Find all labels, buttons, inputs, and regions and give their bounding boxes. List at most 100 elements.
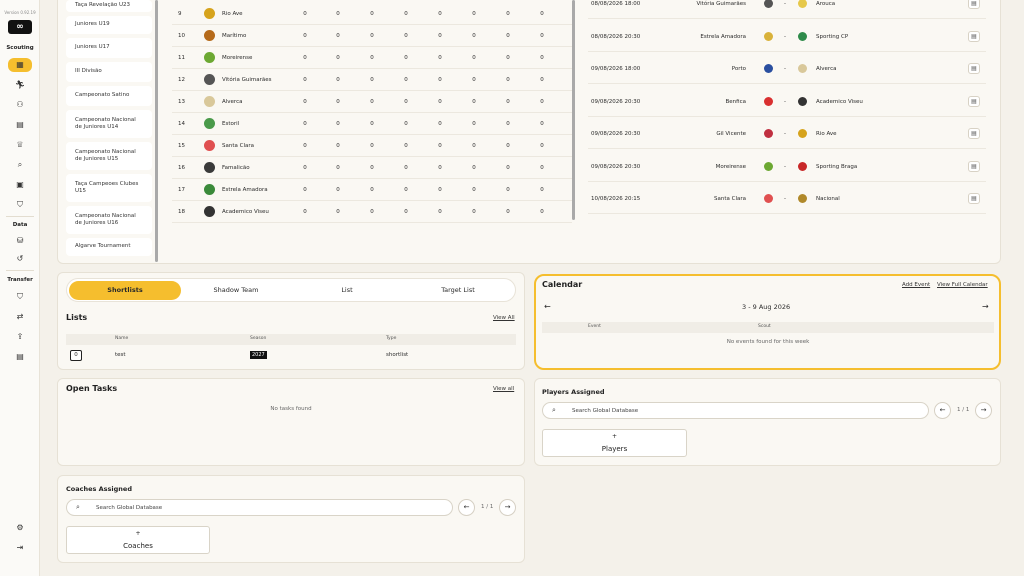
away-team[interactable]: Academico Viseu [816, 87, 863, 117]
competition-item[interactable]: Taça Campeoes Clubes U15 [66, 174, 152, 202]
upload-icon[interactable]: ⇪ [8, 330, 32, 344]
fixture-row[interactable]: 09/08/2026 20:30 Moreirense - Sporting Brag… [588, 152, 986, 182]
next-page-button[interactable]: → [499, 499, 516, 516]
player-run-icon[interactable]: 🏃︎ [8, 78, 32, 92]
away-team[interactable]: Arouca [816, 0, 835, 19]
next-week-arrow-icon[interactable]: → [982, 302, 989, 311]
home-team[interactable]: Santa Clara [714, 184, 746, 214]
away-team[interactable]: Alverca [816, 54, 836, 84]
tasks-view-all-link[interactable]: View all [493, 386, 514, 392]
competition-item[interactable]: Campeonato Nacional de Juniores U16 [66, 206, 152, 234]
prev-week-arrow-icon[interactable]: ← [544, 302, 551, 311]
transfer-shield-icon[interactable]: ⛉ [8, 290, 32, 304]
document-icon[interactable]: ▤ [8, 350, 32, 364]
away-team[interactable]: Sporting CP [816, 22, 848, 52]
team-name[interactable]: Moreirense [222, 55, 252, 61]
lists-view-all-link[interactable]: View All [493, 315, 515, 321]
home-team[interactable]: Estrela Amadora [700, 22, 746, 52]
users-icon[interactable]: ⚇ [8, 98, 32, 112]
next-page-button[interactable]: → [975, 402, 992, 419]
settings-sliders-icon[interactable]: ⚙ [8, 521, 32, 535]
report-icon[interactable]: ▤ [968, 95, 980, 107]
team-name[interactable]: Famalicão [222, 165, 250, 171]
search-player-icon[interactable]: ⌕ [8, 158, 32, 172]
team-name[interactable]: Vitória Guimarães [222, 77, 271, 83]
home-team[interactable]: Porto [732, 54, 746, 84]
add-players-button[interactable]: + Players [542, 429, 687, 457]
away-team[interactable]: Rio Ave [816, 119, 837, 149]
competition-item[interactable]: Campeonato Satino [66, 86, 152, 106]
home-team[interactable]: Moreirense [716, 152, 746, 182]
team-name[interactable]: Academico Viseu [222, 209, 269, 215]
stat-value: 0 [472, 186, 476, 193]
table-row[interactable]: 13 Alverca 0 0 0 0 0 0 0 0 [172, 91, 572, 113]
versus-dash: - [784, 163, 786, 170]
table-row[interactable]: 9 Rio Ave 0 0 0 0 0 0 0 0 [172, 3, 572, 25]
home-team[interactable]: Vitória Guimarães [697, 0, 746, 19]
report-icon[interactable]: ▤ [968, 30, 980, 42]
fixture-row[interactable]: 09/08/2026 18:00 Porto - Alverca ▤ [588, 54, 986, 84]
team-name[interactable]: Santa Clara [222, 143, 254, 149]
prev-page-button[interactable]: ← [934, 402, 951, 419]
report-icon[interactable]: ▤ [968, 193, 980, 204]
table-row[interactable]: 15 Santa Clara 0 0 0 0 0 0 0 0 [172, 135, 572, 157]
tab-list[interactable]: List [291, 281, 403, 300]
fixture-row[interactable]: 08/08/2026 18:00 Vitória Guimarães - Arouca… [588, 0, 986, 19]
report-icon[interactable]: ▤ [968, 160, 980, 172]
fixture-row[interactable]: 10/08/2026 20:15 Santa Clara - Nacional ▤ [588, 184, 986, 214]
report-icon[interactable]: ▤ [968, 63, 980, 74]
competition-item[interactable]: III Divisão [66, 62, 152, 82]
competition-item[interactable]: Juniores U19 [66, 16, 152, 34]
team-name[interactable]: Alverca [222, 99, 242, 105]
report-icon[interactable]: ▤ [8, 118, 32, 132]
table-row[interactable]: 17 Estrela Amadora 0 0 0 0 0 0 0 0 [172, 179, 572, 201]
view-full-calendar-link[interactable]: View Full Calendar [937, 282, 988, 288]
standings-scrollbar[interactable] [572, 0, 575, 220]
dashboard-icon[interactable]: ▦ [8, 58, 32, 72]
fixture-row[interactable]: 09/08/2026 20:30 Gil Vicente - Rio Ave ▤ [588, 119, 986, 149]
add-event-link[interactable]: Add Event [902, 282, 930, 288]
competition-item[interactable]: Campeonato Nacional de Juniores U15 [66, 142, 152, 170]
coaches-search-input[interactable]: ⌕ Search Global Database [66, 499, 453, 516]
report-icon[interactable]: ▤ [968, 0, 980, 9]
table-row[interactable]: 11 Moreirense 0 0 0 0 0 0 0 0 [172, 47, 572, 69]
stat-value: 0 [438, 32, 442, 39]
competition-item[interactable]: Campeonato Nacional de Juniores U14 [66, 110, 152, 138]
shield-icon[interactable]: ⛉ [8, 198, 32, 212]
tab-shadow-team[interactable]: Shadow Team [180, 281, 292, 300]
away-team[interactable]: Sporting Braga [816, 152, 857, 182]
fixture-row[interactable]: 08/08/2026 20:30 Estrela Amadora - Sporting… [588, 22, 986, 52]
team-name[interactable]: Estoril [222, 121, 239, 127]
competition-scrollbar[interactable] [155, 0, 158, 262]
table-row[interactable]: 16 Famalicão 0 0 0 0 0 0 0 0 [172, 157, 572, 179]
tab-target-list[interactable]: Target List [402, 281, 514, 300]
home-team[interactable]: Benfica [725, 87, 746, 117]
home-team[interactable]: Gil Vicente [716, 119, 746, 149]
calendar-icon[interactable]: ▣ [8, 178, 32, 192]
away-team[interactable]: Nacional [816, 184, 840, 214]
fixture-row[interactable]: 09/08/2026 20:30 Benfica - Academico Viseu ▤ [588, 87, 986, 117]
prev-page-button[interactable]: ← [458, 499, 475, 516]
exchange-icon[interactable]: ⇄ [8, 310, 32, 324]
team-name[interactable]: Marítimo [222, 33, 246, 39]
competition-item[interactable]: Algarve Tournament [66, 238, 152, 256]
history-icon[interactable]: ↺ [8, 252, 32, 266]
add-coaches-button[interactable]: + Coaches [66, 526, 210, 554]
team-name[interactable]: Rio Ave [222, 11, 243, 17]
competition-item[interactable]: Taça Revelação U23 [66, 0, 152, 12]
team-name[interactable]: Estrela Amadora [222, 187, 268, 193]
trophy-icon[interactable]: ♕ [8, 138, 32, 152]
add-players-label: Players [601, 445, 628, 453]
database-icon[interactable]: ⛁ [8, 234, 32, 248]
table-row[interactable]: 12 Vitória Guimarães 0 0 0 0 0 0 0 0 [172, 69, 572, 91]
competition-item[interactable]: Juniores U17 [66, 38, 152, 58]
logout-icon[interactable]: ⇥ [8, 541, 32, 555]
table-row[interactable]: 18 Academico Viseu 0 0 0 0 0 0 0 0 [172, 201, 572, 223]
table-row[interactable]: 10 Marítimo 0 0 0 0 0 0 0 0 [172, 25, 572, 47]
table-row[interactable]: 14 Estoril 0 0 0 0 0 0 0 0 [172, 113, 572, 135]
report-icon[interactable]: ▤ [968, 128, 980, 139]
table-row[interactable]: 0 test 2027 shortlist [66, 347, 516, 365]
tab-shortlists[interactable]: Shortlists [69, 281, 181, 300]
app-logo[interactable]: ∞ [8, 20, 32, 34]
players-search-input[interactable]: ⌕ Search Global Database [542, 402, 929, 419]
